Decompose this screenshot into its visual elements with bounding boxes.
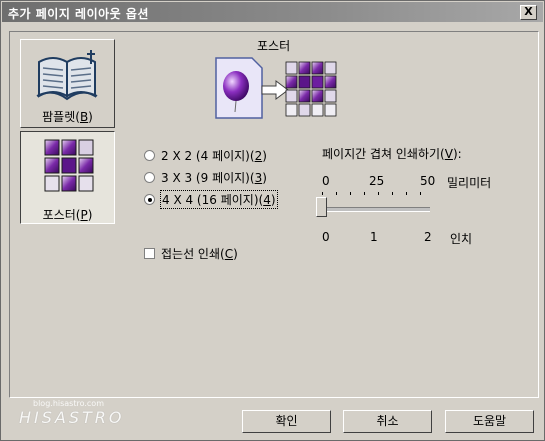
help-button[interactable]: 도움말 bbox=[445, 410, 534, 433]
layout-option-4x4[interactable]: 4 X 4 (16 페이지)(4) bbox=[144, 190, 278, 209]
mm-unit: 밀리미터 bbox=[447, 176, 492, 190]
layout-option-3x3-label: 3 X 3 (9 페이지)(3) bbox=[161, 171, 267, 185]
cutline-label: 접는선 인쇄(C) bbox=[161, 247, 238, 261]
title-bar[interactable]: 추가 페이지 레이아웃 옵션 X bbox=[2, 2, 543, 22]
inch-unit: 인치 bbox=[450, 232, 473, 246]
radio-2x2[interactable] bbox=[144, 150, 155, 161]
poster-preview-illustration bbox=[215, 57, 337, 119]
radio-4x4[interactable] bbox=[144, 194, 155, 205]
booklet-mode-button[interactable]: 팜플렛(B) bbox=[20, 39, 115, 128]
slider-tickmark bbox=[364, 192, 365, 195]
overlap-slider-thumb[interactable] bbox=[316, 197, 327, 217]
layout-option-2x2[interactable]: 2 X 2 (4 페이지)(2) bbox=[144, 147, 267, 164]
slider-tickmark bbox=[350, 192, 351, 195]
booklet-icon bbox=[36, 50, 98, 101]
slider-tickmark bbox=[392, 192, 393, 195]
overlap-label: 페이지간 겹쳐 인쇄하기(V): bbox=[322, 147, 462, 161]
layout-option-2x2-label: 2 X 2 (4 페이지)(2) bbox=[161, 149, 267, 163]
layout-option-4x4-label: 4 X 4 (16 페이지)(4) bbox=[160, 190, 278, 209]
ok-button[interactable]: 확인 bbox=[242, 410, 331, 433]
overlap-slider-track[interactable] bbox=[318, 207, 430, 212]
poster-mode-button[interactable]: 포스터(P) bbox=[20, 131, 115, 224]
inch-tick-1: 1 bbox=[370, 230, 378, 244]
section-title: 포스터 bbox=[257, 39, 291, 53]
watermark: blog.hisastro.com HISASTRO bbox=[19, 399, 125, 427]
watermark-url: blog.hisastro.com bbox=[33, 399, 104, 408]
mm-tick-0: 0 bbox=[322, 174, 330, 188]
poster-grid-icon bbox=[44, 139, 94, 192]
slider-tickmark bbox=[420, 192, 421, 195]
mm-tick-50: 50 bbox=[420, 174, 436, 188]
slider-tickmark bbox=[406, 192, 407, 195]
print-cutline-checkbox[interactable]: 접는선 인쇄(C) bbox=[144, 245, 238, 262]
slider-tickmark bbox=[322, 192, 323, 195]
inch-tick-2: 2 bbox=[424, 230, 432, 244]
slider-tickmark bbox=[336, 192, 337, 195]
inch-tick-0: 0 bbox=[322, 230, 330, 244]
close-button[interactable]: X bbox=[520, 5, 537, 20]
booklet-mode-label: 팜플렛(B) bbox=[42, 110, 93, 124]
poster-mode-label: 포스터(P) bbox=[42, 208, 93, 222]
cancel-button[interactable]: 취소 bbox=[343, 410, 432, 433]
radio-3x3[interactable] bbox=[144, 172, 155, 183]
watermark-logo: HISASTRO bbox=[19, 408, 125, 427]
slider-tickmark bbox=[378, 192, 379, 195]
cutline-checkbox-box[interactable] bbox=[144, 248, 155, 259]
dialog-window: 추가 페이지 레이아웃 옵션 X 팜플렛(B) 포스터(P) 포스터 2 X 2… bbox=[0, 0, 545, 441]
window-title: 추가 페이지 레이아웃 옵션 bbox=[8, 7, 149, 21]
mm-tick-25: 25 bbox=[369, 174, 385, 188]
layout-option-3x3[interactable]: 3 X 3 (9 페이지)(3) bbox=[144, 169, 267, 186]
